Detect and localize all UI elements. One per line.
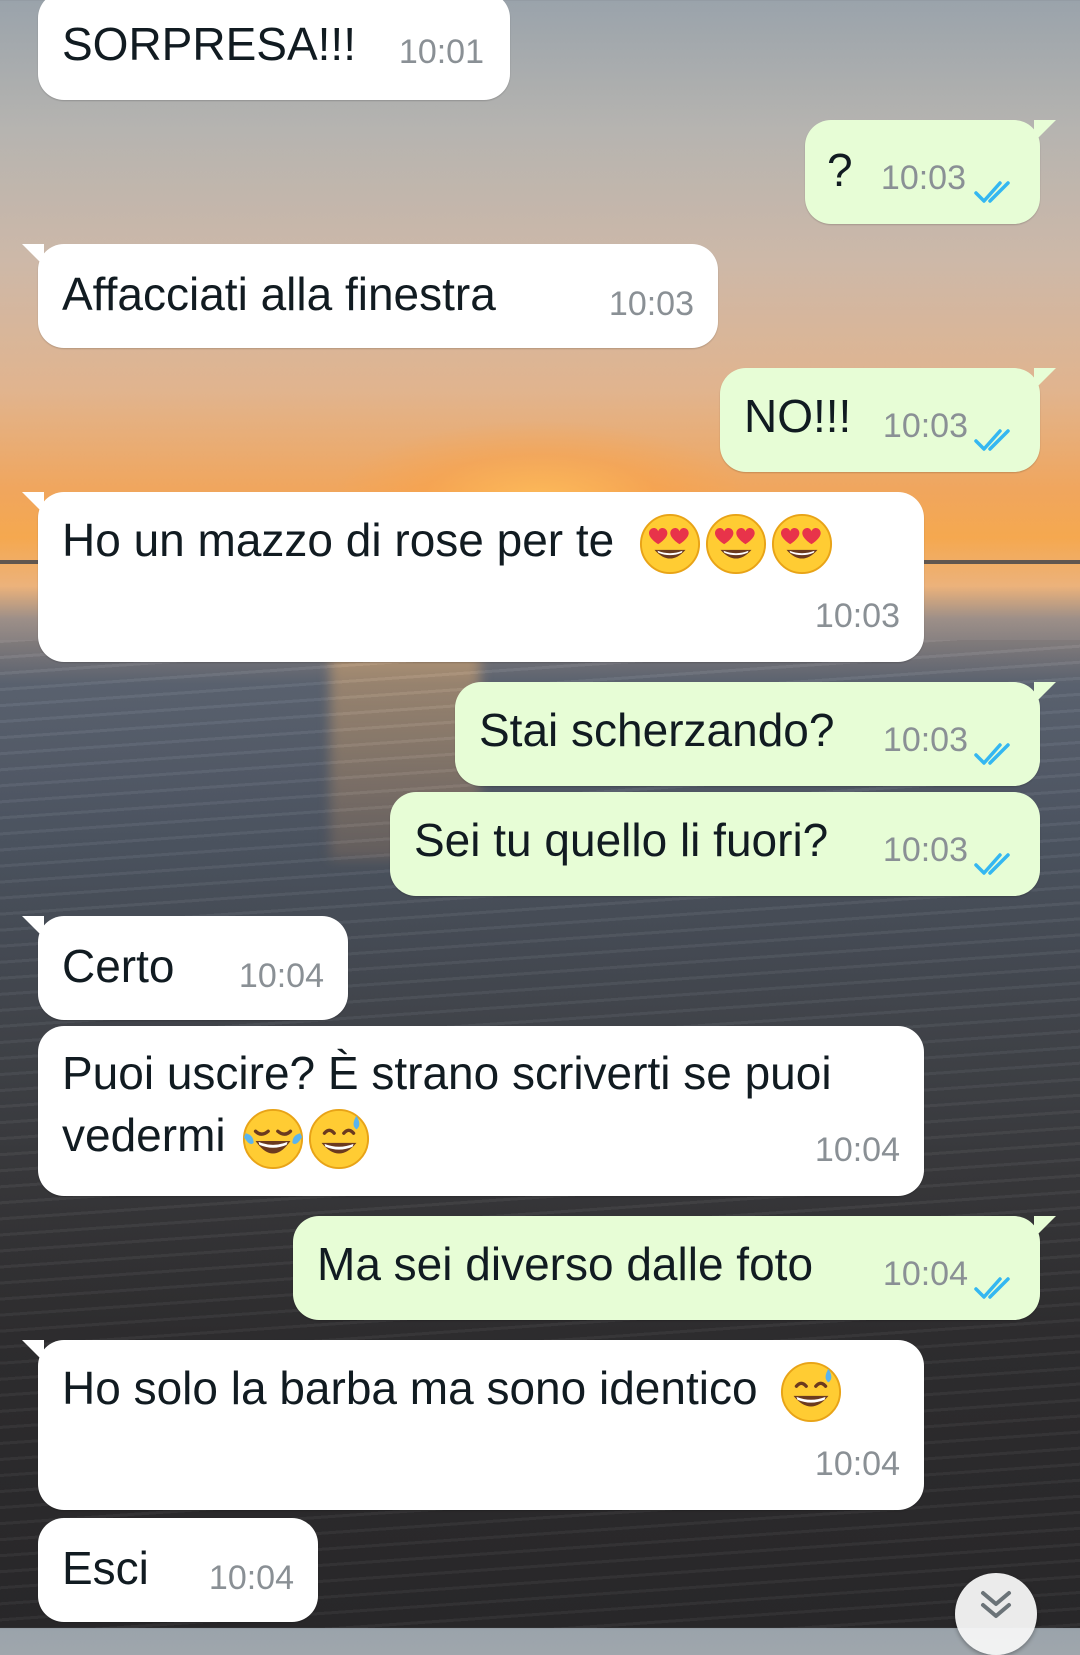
message-time: 10:04 (814, 1131, 900, 1169)
message-time: 10:04 (882, 1255, 968, 1293)
bubble-tail (22, 244, 44, 266)
tears-of-joy-emoji-icon (242, 1108, 304, 1170)
heart-eyes-emoji-icon (705, 513, 767, 575)
outgoing-message[interactable]: NO!!! 10:03 (720, 368, 1056, 472)
heart-eyes-emoji-icon (771, 513, 833, 575)
message-time: 10:03 (814, 597, 900, 635)
bubble-tail (1034, 682, 1056, 704)
message-text: SORPRESA!!! (62, 18, 356, 70)
incoming-message[interactable]: Ho solo la barba ma sono identico 10:04 (22, 1340, 924, 1510)
message-time: 10:04 (238, 957, 324, 995)
outgoing-message[interactable]: Sei tu quello li fuori? 10:03 (390, 792, 1040, 896)
incoming-message[interactable]: Esci 10:04 (38, 1518, 318, 1622)
message-text: Sei tu quello li fuori? (414, 814, 829, 866)
message-text: Stai scherzando? (479, 704, 835, 756)
message-text: Certo (62, 940, 175, 992)
message-text: NO!!! (744, 390, 852, 442)
double-check-icon (974, 740, 1018, 768)
chevron-double-down-icon (981, 1591, 1011, 1618)
bubble-tail (1034, 368, 1056, 390)
outgoing-message[interactable]: Stai scherzando? 10:03 (455, 682, 1056, 786)
message-time: 10:03 (880, 159, 966, 197)
message-text: ? (827, 144, 853, 196)
message-text: Ho solo la barba ma sono identico (62, 1362, 758, 1414)
message-text: Esci (62, 1542, 149, 1594)
bubble-tail (22, 1340, 44, 1362)
incoming-message[interactable]: Ho un mazzo di rose per te 10:03 (22, 492, 924, 662)
message-time: 10:03 (882, 831, 968, 869)
bubble-tail (1034, 120, 1056, 142)
message-time: 10:03 (882, 721, 968, 759)
double-check-icon (974, 426, 1018, 454)
message-content: Puoi uscire? È strano scriverti se puoi … (62, 1042, 884, 1170)
message-text: Puoi uscire? È strano scriverti se puoi … (62, 1047, 832, 1161)
heart-eyes-emoji-icon (639, 513, 701, 575)
double-check-icon (974, 850, 1018, 878)
bubble-tail (22, 492, 44, 514)
sweat-smile-emoji-icon (780, 1361, 842, 1423)
double-check-icon (974, 178, 1018, 206)
bubble-tail (22, 916, 44, 938)
message-content: Ho un mazzo di rose per te (62, 512, 833, 575)
incoming-message[interactable]: Puoi uscire? È strano scriverti se puoi … (38, 1026, 924, 1196)
message-time: 10:01 (398, 33, 484, 71)
message-time: 10:04 (208, 1559, 294, 1597)
outgoing-message[interactable]: ? 10:03 (805, 120, 1056, 224)
message-content: Ho solo la barba ma sono identico (62, 1360, 842, 1423)
message-text: Ma sei diverso dalle foto (317, 1238, 814, 1290)
bubble-tail (1034, 1216, 1056, 1238)
message-text: Affacciati alla finestra (62, 268, 496, 320)
incoming-message[interactable]: SORPRESA!!! 10:01 (38, 0, 510, 100)
message-time: 10:03 (608, 285, 694, 323)
outgoing-message[interactable]: Ma sei diverso dalle foto 10:04 (293, 1216, 1056, 1320)
incoming-message[interactable]: Affacciati alla finestra 10:03 (22, 244, 718, 348)
message-text: Ho un mazzo di rose per te (62, 514, 615, 566)
message-time: 10:04 (814, 1445, 900, 1483)
scroll-to-bottom-button[interactable] (955, 1573, 1037, 1655)
sweat-smile-emoji-icon (308, 1108, 370, 1170)
message-time: 10:03 (882, 407, 968, 445)
double-check-icon (974, 1274, 1018, 1302)
incoming-message[interactable]: Certo 10:04 (22, 916, 348, 1020)
